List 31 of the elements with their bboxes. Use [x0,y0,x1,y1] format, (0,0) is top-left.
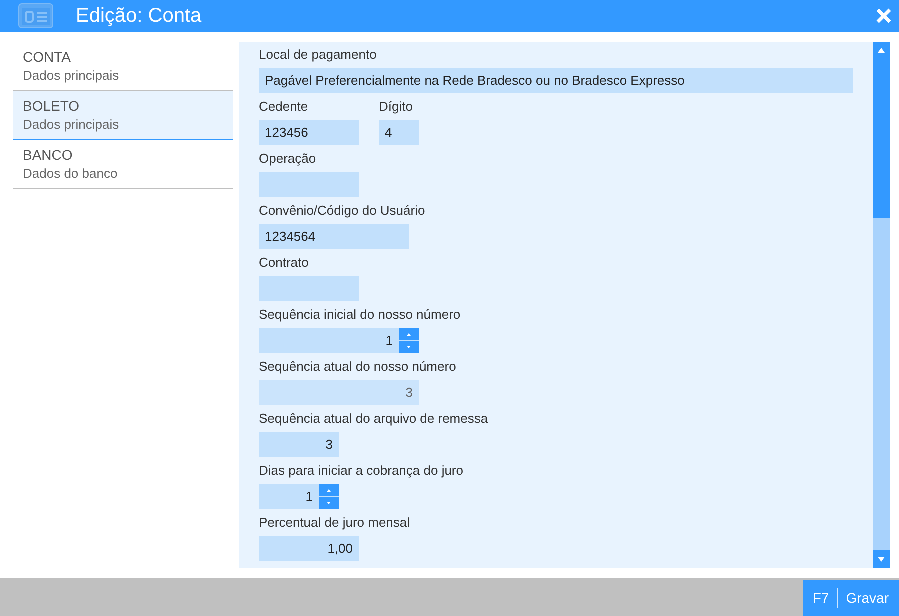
spin-up-button[interactable] [399,328,419,340]
field-label: Contrato [259,254,310,272]
field-label: Convênio/Código do Usuário [259,202,426,220]
field-label: Dígito [379,98,414,116]
input-field[interactable]: 1234564 [259,224,409,249]
spin-down-button[interactable] [399,341,419,353]
sidebar-item[interactable]: BANCO Dados do banco [13,140,233,189]
input-field[interactable]: 1 [259,328,399,353]
input-field[interactable]: 123456 [259,120,359,145]
document-icon [18,3,54,29]
field-label: Cedente [259,98,310,116]
input-field[interactable] [259,276,359,301]
window-title: Edição: Conta [76,4,203,28]
input-field[interactable] [259,172,359,197]
field-label: Percentual de juro mensal [259,514,410,532]
sidebar-item[interactable]: BOLETO Dados principais [13,91,233,140]
close-icon[interactable] [876,8,892,24]
field-label: Sequência atual do arquivo de remessa [259,410,488,428]
spin-up-button[interactable] [319,484,339,496]
input-field[interactable]: 1 [259,484,319,509]
input-field[interactable]: 1,00 [259,536,359,561]
field-label: Dias para iniciar a cobrança do juro [259,462,464,480]
input-field[interactable]: Pagável Preferencialmente na Rede Bradesco ou no Bradesco Expresso [259,68,853,93]
field-label: Local de pagamento [259,46,378,64]
field-label: Sequência atual do nosso número [259,358,456,376]
spin-down-button[interactable] [319,497,339,509]
scrollbar[interactable] [873,42,890,568]
field-label: Operação [259,150,318,168]
input-field[interactable]: 4 [379,120,419,145]
field-label: Sequência inicial do nosso número [259,306,461,324]
input-field[interactable]: 3 [259,432,339,457]
